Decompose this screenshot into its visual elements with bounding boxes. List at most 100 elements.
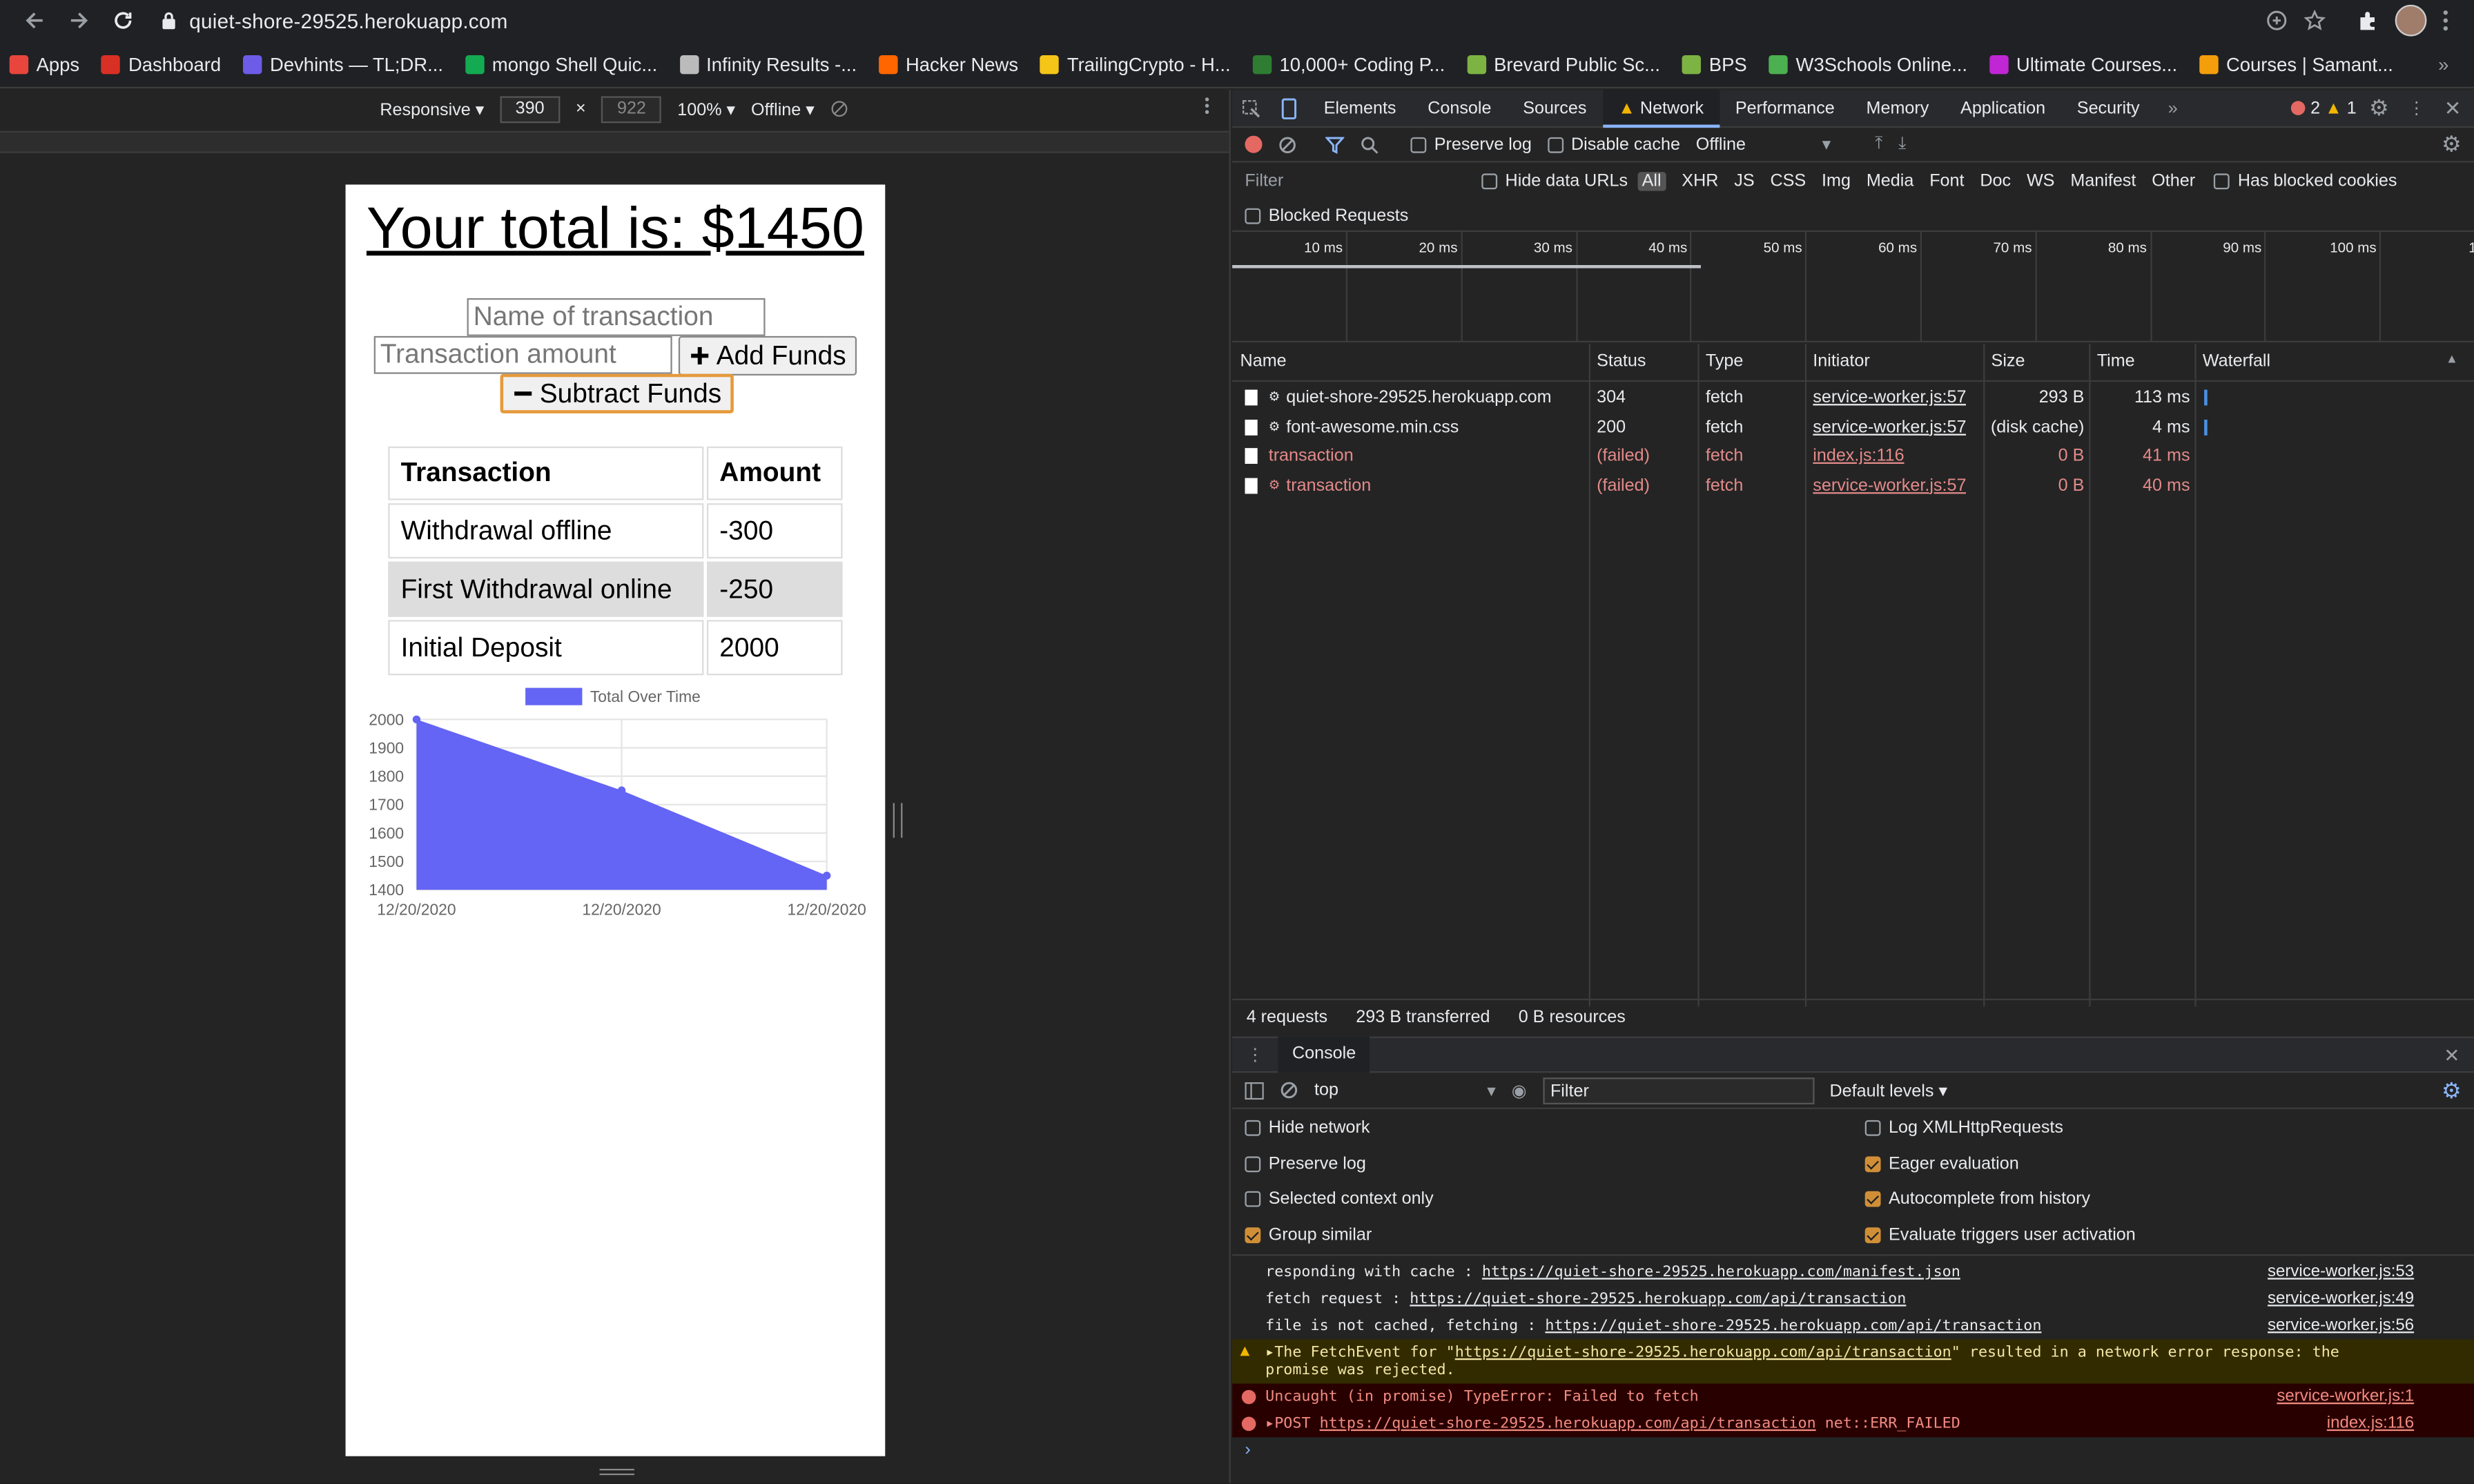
bookmark-item[interactable]: mongo Shell Quic... [465,53,657,75]
type-filter-css[interactable]: CSS [1770,172,1806,191]
message-source-link[interactable]: index.js:116 [2327,1410,2414,1437]
more-bookmarks-icon[interactable]: » [2438,53,2448,75]
tab-elements[interactable]: Elements [1308,89,1412,127]
close-devtools-icon[interactable]: ✕ [2431,95,2473,121]
filter-icon[interactable] [1325,135,1345,153]
console-clear-icon[interactable] [1280,1081,1298,1100]
console-setting-checkbox[interactable]: Eager evaluation [1864,1154,2019,1173]
hide-data-urls-checkbox[interactable]: Hide data URLs [1481,172,1628,191]
tab-network[interactable]: ▲ Network [1602,89,1720,127]
extensions-icon[interactable] [2357,10,2379,32]
preserve-log-checkbox[interactable]: Preserve log [1410,135,1532,154]
more-tabs-icon[interactable]: » [2156,99,2191,117]
resize-handle[interactable] [893,803,903,838]
console-setting-checkbox[interactable]: Evaluate triggers user activation [1864,1226,2136,1245]
console-setting-checkbox[interactable]: Log XMLHttpRequests [1864,1119,2063,1138]
drawer-menu-icon[interactable]: ⋮ [1232,1044,1278,1064]
console-setting-checkbox[interactable]: Autocomplete from history [1864,1190,2090,1209]
column-header-size[interactable]: Size [1983,344,2089,380]
address-bar[interactable]: quiet-shore-29525.herokuapp.com [145,0,2266,41]
message-link[interactable]: https://quiet-shore-29525.herokuapp.com/… [1410,1291,1906,1308]
device-mode-select[interactable]: Responsive ▾ [380,99,484,119]
request-initiator[interactable]: service-worker.js:57 [1813,383,1966,411]
back-icon[interactable] [12,0,57,41]
blocked-requests-checkbox[interactable]: Blocked Requests [1245,206,1408,225]
message-link[interactable]: https://quiet-shore-29525.herokuapp.com/… [1482,1264,1960,1281]
message-link[interactable]: https://quiet-shore-29525.herokuapp.com/… [1320,1415,1816,1432]
settings-gear-icon[interactable]: ⚙ [2357,95,2402,121]
import-har-icon[interactable]: ⤒ [1875,134,1882,155]
height-input[interactable]: 922 [601,95,662,123]
has-blocked-cookies-checkbox[interactable]: Has blocked cookies [2214,172,2397,191]
console-settings-icon[interactable]: ⚙ [2442,1077,2462,1104]
transaction-name-input[interactable]: Name of transaction [467,297,766,336]
bookmark-item[interactable]: Ultimate Courses... [1989,53,2177,75]
column-header-initiator[interactable]: Initiator [1805,344,1983,380]
log-levels-select[interactable]: Default levels ▾ [1830,1080,1948,1100]
add-page-icon[interactable] [2266,10,2288,32]
tab-sources[interactable]: Sources [1507,89,1602,127]
column-header-name[interactable]: Name [1232,344,1589,380]
type-filter-xhr[interactable]: XHR [1682,172,1718,191]
avatar[interactable] [2395,4,2427,37]
forward-icon[interactable] [57,0,101,41]
column-header-type[interactable]: Type [1697,344,1804,380]
type-filter-all[interactable]: All [1637,172,1666,191]
console-filter-input[interactable]: Filter [1542,1076,1814,1104]
type-filter-manifest[interactable]: Manifest [2070,172,2136,191]
bookmark-item[interactable]: Hacker News [879,53,1018,75]
request-row[interactable]: ⚙ font-awesome.min.css 200 fetch service-wor… [1232,413,2474,441]
console-setting-checkbox[interactable]: Group similar [1245,1226,1372,1245]
request-initiator[interactable]: index.js:116 [1813,442,1904,470]
inspect-icon[interactable] [1232,99,1270,117]
network-filter-input[interactable]: Filter [1245,172,1481,191]
bookmark-item[interactable]: Infinity Results -... [679,53,857,75]
tab-performance[interactable]: Performance [1720,89,1851,127]
message-link[interactable]: https://quiet-shore-29525.herokuapp.com/… [1545,1318,2041,1335]
export-har-icon[interactable]: ⤓ [1898,134,1906,155]
subtract-funds-button[interactable]: Subtract Funds [500,373,734,413]
expand-triangle-icon[interactable]: ▸ [1265,1344,1274,1361]
network-settings-icon[interactable]: ⚙ [2442,131,2462,158]
bookmark-item[interactable]: BPS [1682,53,1747,75]
add-funds-button[interactable]: Add Funds [678,335,857,375]
tab-memory[interactable]: Memory [1851,89,1945,127]
sidebar-toggle-icon[interactable] [1245,1081,1264,1099]
bookmark-item[interactable]: Devhints — TL;DR... [243,53,443,75]
network-throttle-select[interactable]: Offline [1696,135,1806,153]
star-icon[interactable] [2303,9,2326,32]
type-filter-other[interactable]: Other [2152,172,2195,191]
tab-console[interactable]: Console [1412,89,1507,127]
bookmark-item[interactable]: TrailingCrypto - H... [1040,53,1231,75]
tab-security[interactable]: Security [2061,89,2156,127]
throttle-select[interactable]: Offline ▾ [751,99,815,119]
request-row[interactable]: ⚙ transaction (failed) fetch service-worker.… [1232,471,2474,499]
device-toggle-icon[interactable] [1270,97,1308,119]
type-filter-doc[interactable]: Doc [1980,172,2011,191]
tab-application[interactable]: Application [1945,89,2061,127]
column-header-time[interactable]: Time [2089,344,2194,380]
record-icon[interactable] [1245,135,1263,153]
search-icon[interactable] [1360,135,1379,153]
disable-cache-checkbox[interactable]: Disable cache [1547,135,1680,154]
reload-icon[interactable] [101,0,145,41]
message-source-link[interactable]: service-worker.js:56 [2268,1313,2414,1340]
zoom-select[interactable]: 100% ▾ [677,99,735,119]
request-initiator[interactable]: service-worker.js:57 [1813,471,1966,499]
bookmark-item[interactable]: W3Schools Online... [1769,53,1967,75]
column-header-status[interactable]: Status [1589,344,1698,380]
console-setting-checkbox[interactable]: Selected context only [1245,1190,1434,1209]
live-expression-eye-icon[interactable]: ◉ [1512,1080,1527,1100]
menu-kebab-icon[interactable] [2442,10,2448,32]
drawer-tab-console[interactable]: Console [1278,1036,1370,1073]
message-source-link[interactable]: service-worker.js:49 [2268,1286,2414,1313]
request-row[interactable]: ⚙ quiet-shore-29525.herokuapp.com 304 fetch… [1232,383,2474,411]
message-link[interactable]: https://quiet-shore-29525.herokuapp.com/… [1455,1344,1951,1361]
column-header-waterfall[interactable]: Waterfall [2194,344,2474,380]
message-source-link[interactable]: service-worker.js:53 [2268,1259,2414,1286]
expand-triangle-icon[interactable]: ▸ [1265,1415,1274,1432]
request-initiator[interactable]: service-worker.js:57 [1813,413,1966,441]
type-filter-font[interactable]: Font [1929,172,1964,191]
bookmark-item[interactable]: Apps [9,53,79,75]
width-input[interactable]: 390 [500,95,561,123]
